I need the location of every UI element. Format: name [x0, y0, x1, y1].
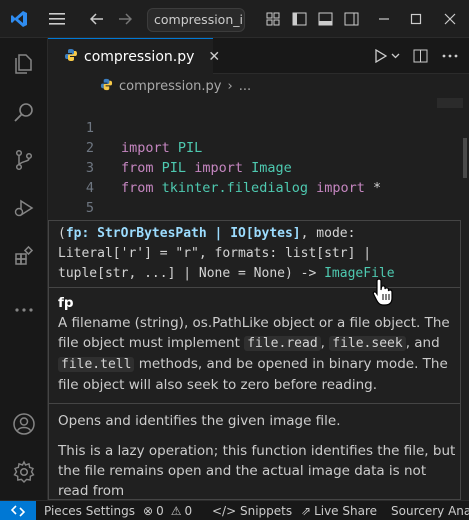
- status-bar: Pieces Settings ⊗ 0 ⚠ 0 </> Snippets ⇗ Live…: [0, 500, 469, 520]
- explorer-icon[interactable]: [0, 40, 48, 88]
- close-tab-icon[interactable]: ✕: [208, 49, 220, 65]
- split-editor-icon[interactable]: [409, 38, 431, 74]
- minimize-icon[interactable]: [372, 0, 396, 38]
- inline-code: file.seek: [329, 336, 406, 351]
- problems-indicator[interactable]: ⊗ 0 ⚠ 0: [143, 501, 192, 520]
- vscode-logo-icon: [6, 0, 32, 38]
- menu-icon[interactable]: [44, 0, 70, 38]
- breadcrumb-trail[interactable]: ...: [239, 79, 251, 94]
- extensions-icon[interactable]: [0, 232, 48, 280]
- param-doc: fp A filename (string), os.PathLike obje…: [58, 293, 458, 395]
- snippets-button[interactable]: </> Snippets: [212, 501, 292, 520]
- toggle-primary-sidebar-icon[interactable]: [288, 0, 310, 38]
- source-control-icon[interactable]: [0, 136, 48, 184]
- inline-code: file.read: [244, 336, 321, 351]
- account-icon[interactable]: [0, 400, 48, 448]
- code-line: 2 from PIL import Image: [48, 118, 469, 176]
- back-arrow-icon[interactable]: [86, 0, 108, 38]
- breadcrumb-python-icon: [100, 78, 113, 95]
- live-share-icon: ⇗: [301, 503, 312, 518]
- error-icon: ⊗: [143, 503, 154, 518]
- code-line-current: 6 img = Image.open(file[0]): [48, 198, 469, 257]
- toggle-secondary-sidebar-icon[interactable]: [340, 0, 362, 38]
- divider: [49, 403, 460, 404]
- toggle-panel-icon[interactable]: [314, 0, 336, 38]
- inline-code: file.tell: [58, 357, 135, 372]
- more-views-icon[interactable]: [0, 286, 48, 334]
- summary-text: Opens and identifies the given image fil…: [58, 413, 341, 429]
- warning-icon: ⚠: [170, 503, 182, 518]
- activity-bar: [0, 38, 48, 500]
- more-actions-icon[interactable]: [439, 38, 461, 74]
- run-debug-icon[interactable]: [0, 184, 48, 232]
- divider: [49, 287, 460, 288]
- search-icon[interactable]: [0, 88, 48, 136]
- hand-pointer-cursor-icon: [371, 277, 395, 311]
- settings-gear-icon[interactable]: [0, 448, 48, 496]
- hover-documentation-popup[interactable]: (fp: StrOrBytesPath | IO[bytes], mode: L…: [48, 220, 461, 500]
- breadcrumb-chevron-icon: ›: [227, 78, 233, 94]
- sourcery-analytics[interactable]: Sourcery Analy: [391, 501, 469, 520]
- code-line: 3 from tkinter.filedialog import *: [48, 138, 469, 196]
- maximize-icon[interactable]: [404, 0, 428, 38]
- customize-layout-icon[interactable]: [262, 0, 284, 38]
- command-center[interactable]: compression_ima: [147, 8, 245, 32]
- code-line: 1 import PIL: [48, 98, 469, 156]
- python-file-icon: [64, 47, 78, 66]
- tab-label: compression.py: [84, 48, 195, 65]
- function-signature: (fp: StrOrBytesPath | IO[bytes], mode: L…: [58, 226, 395, 281]
- param-name: fp: [58, 295, 74, 311]
- code-line: 4: [48, 158, 469, 196]
- run-dropdown-chevron-icon[interactable]: [388, 38, 402, 74]
- tab-compression-py[interactable]: compression.py ✕: [48, 38, 220, 74]
- code-line: 5 file = askopenfilenames(): [48, 178, 469, 236]
- description-text: This is a lazy operation; this function …: [58, 443, 456, 499]
- title-bar: compression_ima: [0, 0, 469, 38]
- editor-tab-bar: compression.py ✕: [48, 38, 469, 74]
- live-share-button[interactable]: ⇗ Live Share: [301, 501, 377, 520]
- forward-arrow-icon[interactable]: [114, 0, 136, 38]
- breadcrumb: compression.py › ...: [48, 74, 469, 98]
- pieces-settings[interactable]: Pieces Settings: [44, 501, 135, 520]
- close-window-icon[interactable]: [438, 0, 462, 38]
- code-editor[interactable]: 1 import PIL 2 from PIL import Image 3 f…: [48, 98, 469, 257]
- remote-indicator-icon[interactable]: [0, 501, 36, 520]
- breadcrumb-file[interactable]: compression.py: [119, 79, 222, 94]
